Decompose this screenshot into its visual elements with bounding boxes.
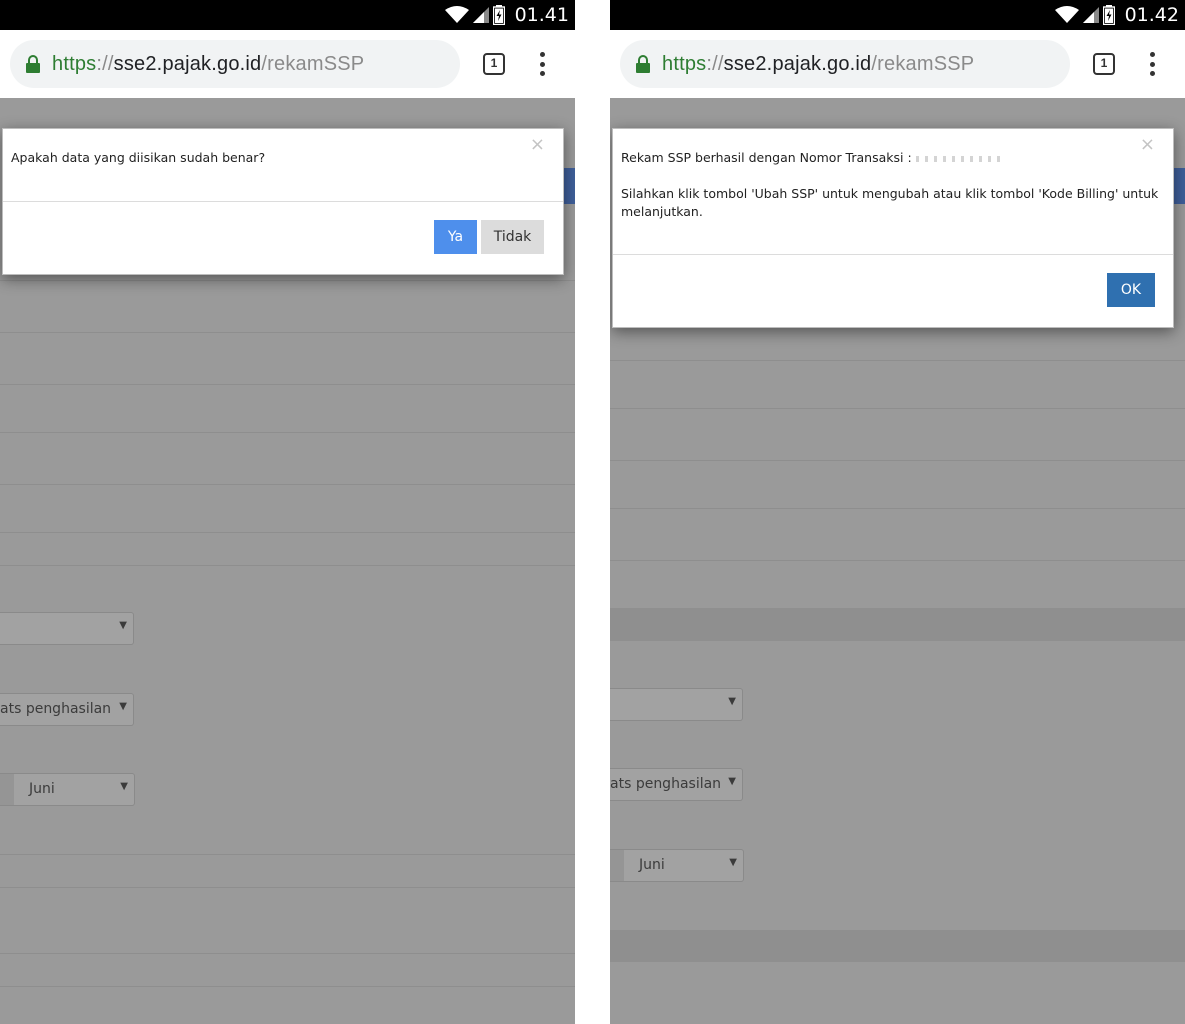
url-bar[interactable]: https://sse2.pajak.go.id/rekamSSP [10, 40, 460, 88]
status-bar: 01.41 [0, 0, 575, 30]
wifi-icon [444, 6, 469, 23]
status-time: 01.41 [514, 4, 569, 26]
status-bar: 01.42 [610, 0, 1185, 30]
browser-toolbar: https://sse2.pajak.go.id/rekamSSP 1 [610, 30, 1185, 98]
url-separator: :// [96, 52, 114, 75]
divider [610, 508, 1185, 509]
overflow-menu-icon[interactable] [534, 52, 550, 76]
dialog-message-transaction: Rekam SSP berhasil dengan Nomor Transaks… [621, 149, 1165, 167]
url-host: sse2.pajak.go.id [723, 52, 872, 75]
divider [610, 360, 1185, 361]
success-dialog: × Rekam SSP berhasil dengan Nomor Transa… [612, 128, 1174, 328]
divider [610, 408, 1185, 409]
dropdown-caret-icon: ▼ [119, 701, 127, 712]
divider [0, 986, 575, 987]
url-host: sse2.pajak.go.id [113, 52, 262, 75]
section-band [610, 608, 1185, 641]
divider [0, 484, 575, 485]
dialog-body: Rekam SSP berhasil dengan Nomor Transaks… [613, 129, 1173, 221]
month-select-value: Juni [639, 857, 665, 873]
divider [0, 432, 575, 433]
month-select-value: Juni [29, 781, 55, 797]
dropdown-caret-icon: ▼ [120, 781, 128, 792]
dropdown-caret-icon: ▼ [729, 857, 737, 868]
status-time: 01.42 [1124, 4, 1179, 26]
signal-icon [472, 7, 489, 23]
divider [0, 854, 575, 855]
select-stub [0, 774, 14, 805]
divider [610, 560, 1185, 561]
dialog-body: Apakah data yang diisikan sudah benar? [3, 129, 563, 167]
divider [610, 460, 1185, 461]
background-select-month: Juni ▼ [610, 849, 744, 882]
divider [0, 384, 575, 385]
wifi-icon [1054, 6, 1079, 23]
tab-switcher-icon[interactable]: 1 [1093, 53, 1115, 75]
close-icon[interactable]: × [530, 134, 545, 155]
phone-screen-right: 01.42 https://sse2.pajak.go.id/rekamSSP … [610, 0, 1185, 1024]
divider [0, 953, 575, 954]
dialog-footer: Ya Tidak [3, 201, 563, 274]
url-scheme: https [52, 52, 97, 75]
income-select-value: ats penghasilan [610, 776, 722, 792]
status-icons: 01.42 [1054, 0, 1179, 30]
dialog-message-instruction: Silahkan klik tombol 'Ubah SSP' untuk me… [621, 186, 1159, 219]
dialog-footer: OK [613, 254, 1173, 327]
background-select-1: ▼ [610, 688, 743, 721]
dialog-message: Apakah data yang diisikan sudah benar? [11, 150, 266, 165]
url-scheme: https [662, 52, 707, 75]
ok-button[interactable]: OK [1107, 273, 1155, 307]
phone-screen-left: 01.41 https://sse2.pajak.go.id/rekamSSP … [0, 0, 575, 1024]
select-stub [610, 850, 624, 881]
dropdown-caret-icon: ▼ [728, 696, 736, 707]
dropdown-caret-icon: ▼ [728, 776, 736, 787]
overflow-menu-icon[interactable] [1144, 52, 1160, 76]
browser-toolbar: https://sse2.pajak.go.id/rekamSSP 1 [0, 30, 575, 98]
status-icons: 01.41 [444, 0, 569, 30]
url-path: /rekamSSP [871, 52, 975, 75]
divider [0, 332, 575, 333]
divider [0, 565, 575, 566]
lock-icon [26, 55, 40, 73]
background-select-income: ats penghasilan ▼ [0, 693, 134, 726]
tab-switcher-icon[interactable]: 1 [483, 53, 505, 75]
income-select-value: ats penghasilan [0, 701, 112, 717]
transaction-message: Rekam SSP berhasil dengan Nomor Transaks… [621, 150, 912, 165]
url-path: /rekamSSP [261, 52, 365, 75]
no-button[interactable]: Tidak [481, 220, 544, 254]
dropdown-caret-icon: ▼ [119, 620, 127, 631]
divider [0, 280, 575, 281]
url-separator: :// [706, 52, 724, 75]
lock-icon [636, 55, 650, 73]
close-icon[interactable]: × [1140, 134, 1155, 155]
url-bar[interactable]: https://sse2.pajak.go.id/rekamSSP [620, 40, 1070, 88]
battery-icon [1102, 5, 1115, 25]
url-text[interactable]: https://sse2.pajak.go.id/rekamSSP [662, 53, 974, 76]
background-select-1: ▼ [0, 612, 134, 645]
divider [0, 887, 575, 888]
background-select-month: Juni ▼ [0, 773, 135, 806]
divider [0, 532, 575, 533]
section-band [610, 930, 1185, 962]
battery-icon [492, 5, 505, 25]
background-select-income: ats penghasilan ▼ [610, 768, 743, 801]
signal-icon [1082, 7, 1099, 23]
confirm-dialog: × Apakah data yang diisikan sudah benar?… [2, 128, 564, 275]
yes-button[interactable]: Ya [434, 220, 477, 254]
redacted-transaction-number [915, 155, 1006, 162]
url-text[interactable]: https://sse2.pajak.go.id/rekamSSP [52, 53, 364, 76]
